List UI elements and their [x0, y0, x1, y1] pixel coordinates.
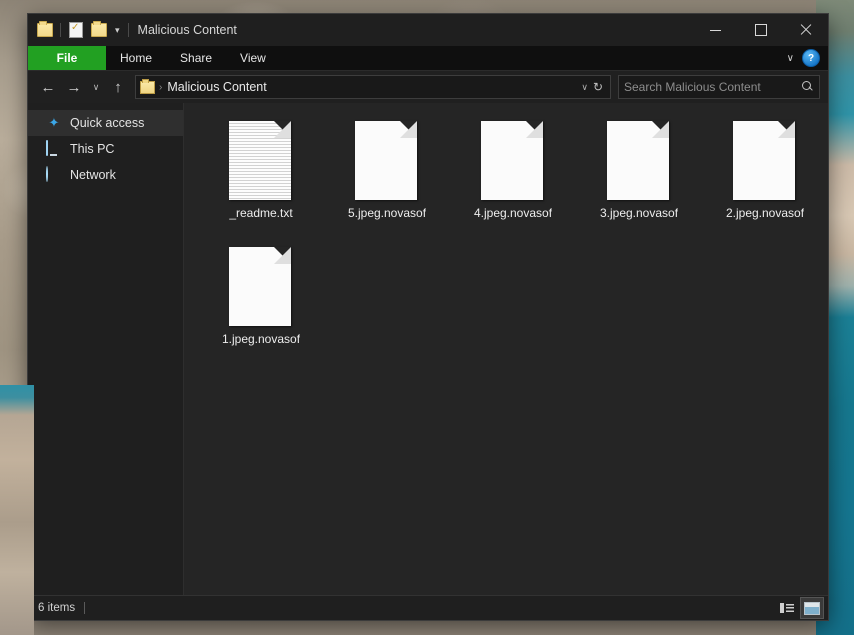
file-item[interactable]: 4.jpeg.novasof — [450, 117, 576, 243]
file-name-label: 4.jpeg.novasof — [473, 206, 553, 220]
computer-icon — [46, 140, 62, 157]
refresh-icon[interactable]: ↻ — [593, 80, 606, 94]
file-item[interactable]: _readme.txt — [198, 117, 324, 243]
large-icons-view-icon — [804, 601, 820, 615]
ribbon-spacer — [280, 46, 784, 70]
file-list-view[interactable]: _readme.txt 5.jpeg.novasof 4.jpeg.novaso… — [184, 103, 828, 595]
tab-share[interactable]: Share — [166, 46, 226, 70]
ribbon-right-controls: ∨ ? — [784, 46, 828, 70]
sidebar-item-label: This PC — [70, 142, 115, 156]
blank-document-icon — [229, 247, 293, 327]
blank-document-icon — [733, 121, 797, 201]
search-placeholder: Search Malicious Content — [624, 80, 761, 94]
window-controls — [693, 14, 828, 46]
customize-caret-icon[interactable]: ▾ — [111, 25, 124, 35]
window-title: Malicious Content — [137, 23, 237, 37]
sidebar-item-label: Network — [70, 168, 116, 182]
status-bar: 6 items — [28, 595, 828, 620]
file-name-label: 3.jpeg.novasof — [599, 206, 679, 220]
forward-button[interactable]: → — [62, 75, 86, 99]
blank-document-icon — [355, 121, 419, 201]
details-view-icon — [780, 603, 794, 613]
file-name-label: _readme.txt — [229, 206, 293, 220]
network-icon — [46, 166, 62, 183]
tab-home[interactable]: Home — [106, 46, 166, 70]
chevron-down-icon[interactable]: ∨ — [784, 53, 797, 64]
tab-view[interactable]: View — [226, 46, 280, 70]
star-icon: ✦ — [48, 115, 60, 130]
properties-icon[interactable] — [65, 19, 87, 41]
file-explorer-window: ▾ Malicious Content File Home Share — [28, 14, 828, 620]
sidebar-item-this-pc[interactable]: This PC — [28, 136, 183, 162]
file-item[interactable]: 3.jpeg.novasof — [576, 117, 702, 243]
back-button[interactable]: ← — [36, 75, 60, 99]
search-icon[interactable] — [802, 81, 814, 93]
blank-document-icon — [481, 121, 545, 201]
tab-file[interactable]: File — [28, 46, 106, 70]
breadcrumb-dropdown-icon[interactable]: ∨ — [576, 82, 593, 93]
minimize-button[interactable] — [693, 14, 738, 46]
sidebar-item-network[interactable]: Network — [28, 162, 183, 188]
text-document-icon — [229, 121, 293, 201]
sidebar-item-label: Quick access — [70, 116, 145, 130]
file-name-label: 2.jpeg.novasof — [725, 206, 805, 220]
breadcrumb-current-folder[interactable]: Malicious Content — [167, 80, 266, 94]
blank-document-icon — [607, 121, 671, 201]
navigation-pane: ✦ Quick access This PC Network — [28, 103, 184, 595]
large-icons-view-button[interactable] — [800, 597, 824, 619]
new-folder-icon[interactable] — [88, 19, 110, 41]
details-view-button[interactable] — [776, 598, 798, 618]
item-count-label: 6 items — [38, 602, 76, 614]
help-icon[interactable]: ? — [802, 49, 820, 67]
title-bar: ▾ Malicious Content — [28, 14, 828, 46]
breadcrumb-separator-icon: › — [159, 81, 163, 93]
up-button[interactable]: ↑ — [106, 75, 130, 99]
status-divider — [84, 602, 86, 614]
breadcrumb-folder-icon — [140, 78, 155, 94]
window-body: ✦ Quick access This PC Network _readme.t… — [28, 103, 828, 595]
breadcrumb[interactable]: › Malicious Content ∨ ↻ — [135, 75, 611, 99]
recent-locations-icon[interactable]: ∨ — [88, 75, 104, 99]
toolbar-divider — [60, 23, 61, 37]
file-name-label: 1.jpeg.novasof — [221, 332, 301, 346]
file-item[interactable]: 1.jpeg.novasof — [198, 243, 324, 369]
toolbar-divider-2 — [127, 23, 129, 37]
quick-access-toolbar: ▾ — [28, 19, 132, 41]
maximize-button[interactable] — [738, 14, 783, 46]
desktop-background: ▾ Malicious Content File Home Share — [0, 0, 854, 635]
file-item[interactable]: 2.jpeg.novasof — [702, 117, 828, 243]
sidebar-item-quick-access[interactable]: ✦ Quick access — [28, 110, 183, 136]
file-name-label: 5.jpeg.novasof — [347, 206, 427, 220]
search-input[interactable]: Search Malicious Content — [618, 75, 820, 99]
address-bar: ← → ∨ ↑ › Malicious Content ∨ ↻ Search M… — [28, 71, 828, 103]
folder-icon[interactable] — [34, 19, 56, 41]
close-button[interactable] — [783, 14, 828, 46]
ribbon-tab-bar: File Home Share View ∨ ? — [28, 46, 828, 71]
file-item[interactable]: 5.jpeg.novasof — [324, 117, 450, 243]
